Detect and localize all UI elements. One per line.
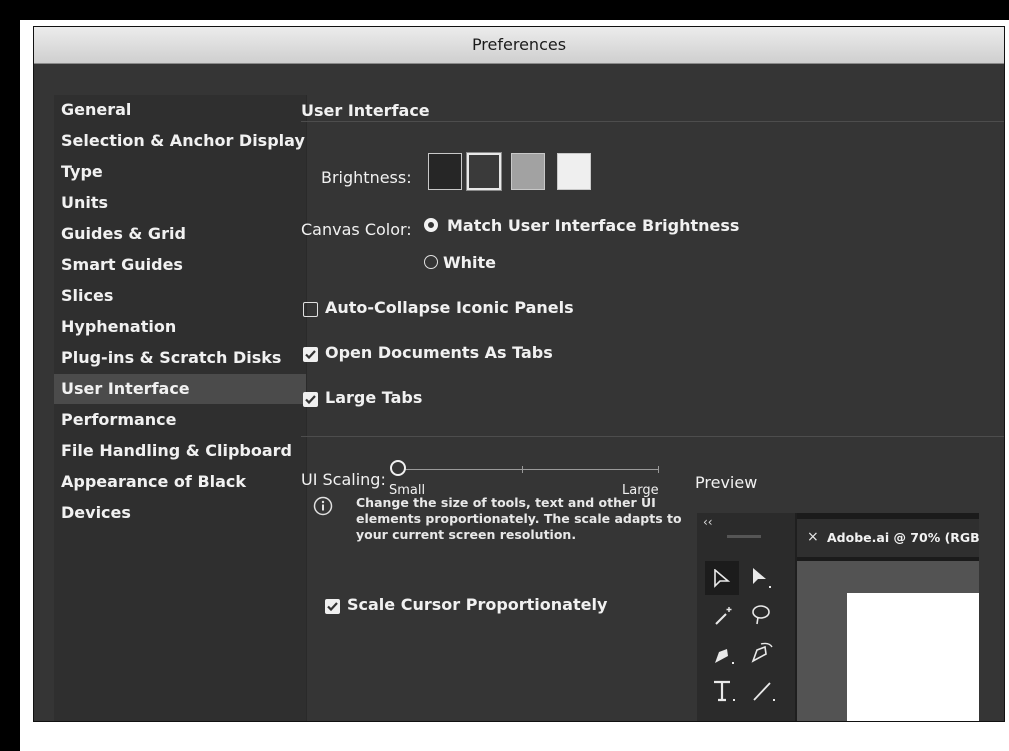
- line-segment-tool-icon[interactable]: [751, 679, 777, 705]
- sidebar-item-user-interface[interactable]: User Interface: [54, 374, 306, 404]
- radio-match-ui-brightness[interactable]: [424, 218, 438, 232]
- toolbar-grip: [727, 535, 761, 538]
- brightness-swatch-dark[interactable]: [428, 153, 462, 190]
- sidebar-item-general[interactable]: General: [54, 95, 306, 125]
- checkmark-icon: [305, 395, 316, 405]
- checkbox-open-docs-as-tabs[interactable]: [303, 347, 318, 362]
- ui-scaling-tick: [522, 466, 523, 473]
- checkbox-open-docs-as-tabs-label[interactable]: Open Documents As Tabs: [325, 343, 553, 362]
- preview-document-tab[interactable]: × Adobe.ai @ 70% (RGB/: [797, 519, 979, 557]
- direct-selection-tool-icon[interactable]: [751, 567, 773, 591]
- checkbox-large-tabs[interactable]: [303, 392, 318, 407]
- checkmark-icon: [305, 350, 316, 360]
- radio-white-label[interactable]: White: [443, 253, 496, 272]
- sidebar-item-units[interactable]: Units: [54, 188, 306, 218]
- ui-scaling-track[interactable]: [403, 469, 659, 470]
- preview-label: Preview: [695, 473, 758, 492]
- info-circle-icon: [313, 496, 333, 516]
- sidebar-item-appearance-of-black[interactable]: Appearance of Black: [54, 467, 306, 497]
- checkbox-auto-collapse[interactable]: [303, 302, 318, 317]
- section-divider-2: [301, 436, 1004, 437]
- sidebar-item-hyphenation[interactable]: Hyphenation: [54, 312, 306, 342]
- checkmark-icon: [327, 602, 338, 612]
- sidebar-item-file-handling-clipboard[interactable]: File Handling & Clipboard: [54, 436, 306, 466]
- brightness-label: Brightness:: [321, 168, 412, 187]
- canvas-color-label: Canvas Color:: [301, 220, 412, 239]
- checkbox-scale-cursor-label[interactable]: Scale Cursor Proportionately: [347, 595, 607, 614]
- section-heading: User Interface: [301, 101, 430, 120]
- curvature-tool-icon[interactable]: [749, 641, 775, 665]
- ui-scaling-label: UI Scaling:: [301, 470, 386, 489]
- sidebar-item-performance[interactable]: Performance: [54, 405, 306, 435]
- selection-tool-icon[interactable]: [713, 569, 731, 589]
- brightness-swatch-medium-dark[interactable]: [466, 152, 502, 191]
- sidebar-item-type[interactable]: Type: [54, 157, 306, 187]
- title-bar[interactable]: Preferences: [34, 27, 1004, 64]
- sidebar-item-slices[interactable]: Slices: [54, 281, 306, 311]
- checkbox-large-tabs-label[interactable]: Large Tabs: [325, 388, 422, 407]
- collapse-icon: ‹‹: [703, 515, 713, 529]
- preview-canvas: [797, 561, 979, 721]
- preferences-dialog: Preferences General Selection & Anchor D…: [33, 26, 1005, 722]
- magic-wand-tool-icon[interactable]: [713, 605, 735, 627]
- preview-artboard: [847, 593, 979, 721]
- sidebar-item-devices[interactable]: Devices: [54, 498, 306, 528]
- checkbox-auto-collapse-label[interactable]: Auto-Collapse Iconic Panels: [325, 298, 574, 317]
- brightness-swatch-light[interactable]: [557, 153, 591, 190]
- radio-match-ui-brightness-label[interactable]: Match User Interface Brightness: [447, 216, 739, 235]
- window-title: Preferences: [471, 35, 567, 54]
- sidebar-item-plugins-scratch-disks[interactable]: Plug-ins & Scratch Disks: [54, 343, 306, 373]
- checkbox-scale-cursor[interactable]: [325, 599, 340, 614]
- sidebar-item-smart-guides[interactable]: Smart Guides: [54, 250, 306, 280]
- sidebar-item-guides-grid[interactable]: Guides & Grid: [54, 219, 306, 249]
- brightness-swatch-medium-light[interactable]: [511, 153, 545, 190]
- preferences-sidebar: General Selection & Anchor Display Type …: [54, 95, 307, 721]
- preview-toolbar: ‹‹: [697, 513, 795, 721]
- type-tool-icon[interactable]: [711, 679, 737, 705]
- ui-scaling-info-text: Change the size of tools, text and other…: [356, 495, 682, 542]
- lasso-tool-icon[interactable]: [749, 603, 775, 627]
- sidebar-item-selection-anchor-display[interactable]: Selection & Anchor Display: [54, 126, 306, 156]
- preview-tab-bar: × Adobe.ai @ 70% (RGB/: [797, 513, 979, 561]
- radio-white[interactable]: [424, 255, 438, 269]
- close-icon[interactable]: ×: [807, 529, 819, 545]
- section-divider: [301, 121, 1004, 122]
- pen-tool-icon[interactable]: [711, 643, 737, 667]
- document-tab-title: Adobe.ai @ 70% (RGB/: [827, 530, 979, 545]
- preview-pane: ‹‹ × Adobe.ai @ 70% (RGB/: [697, 513, 979, 721]
- ui-scaling-slider-thumb[interactable]: [390, 460, 406, 476]
- ui-scaling-tick: [658, 466, 659, 473]
